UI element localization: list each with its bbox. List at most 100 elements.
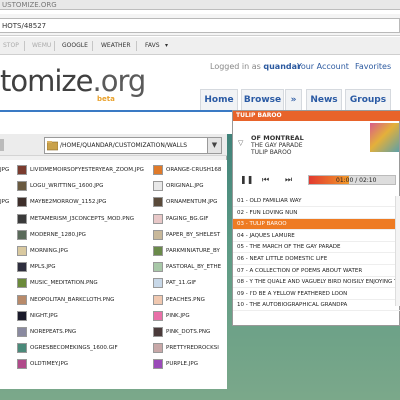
- file-item[interactable]: MAYBE2MORROW_1152.JPG: [17, 196, 157, 210]
- album-art: [370, 123, 399, 152]
- file-item[interactable]: LOGU_WRITTING_1600.JPG: [17, 180, 157, 194]
- file-name: ORIGINAL.JPG: [166, 183, 204, 190]
- file-item[interactable]: PAGING_BG.GIF: [153, 213, 227, 227]
- file-item[interactable]: NOREPEATS.PNG: [17, 326, 157, 340]
- player-title-bar: TULIP BAROO: [233, 111, 400, 121]
- file-item[interactable]: PASTORAL_BY_ETHE: [153, 261, 227, 275]
- playback-time: 01:00 / 02:10: [336, 177, 377, 184]
- track-item-active[interactable]: 03 - TULIP BAROO: [233, 219, 400, 231]
- username-link[interactable]: quandar: [263, 62, 301, 71]
- image-thumbnail-icon: [17, 359, 27, 370]
- file-name: LIVIDMEMOIRSOFYESTERYEAR_ZOOM.JPG: [30, 167, 144, 173]
- file-name: MORNING.JPG: [30, 248, 68, 254]
- track-item[interactable]: 10 - THE AUTOBIOGRAPHICAL GRANDPA: [233, 300, 400, 312]
- tab-home[interactable]: Home: [200, 89, 238, 111]
- file-item[interactable]: NEOPOLITAN_BARKCLOTH.PNG: [17, 294, 157, 308]
- file-item[interactable]: OLDTIMEY.JPG: [17, 358, 157, 372]
- file-item[interactable]: OGRESBECOMEKINGS_1600.GIF: [17, 342, 157, 356]
- file-name: PARKMINIATURE_BY: [166, 248, 220, 254]
- file-name: MPLS.JPG: [30, 264, 56, 271]
- file-name: MODERNE_1280.JPG: [30, 231, 86, 238]
- bookmark-divider: [24, 41, 25, 51]
- now-playing-track: TULIP BAROO: [251, 149, 292, 156]
- file-item[interactable]: PAT_11.GIF: [153, 277, 227, 291]
- file-item[interactable]: PRETTYREDROCKSI: [153, 342, 227, 356]
- image-thumbnail-icon: [17, 294, 27, 305]
- bookmark-divider: [54, 41, 55, 51]
- track-item[interactable]: 01 - OLD FAMILIAR WAY: [233, 196, 400, 207]
- track-item[interactable]: 04 - JAQUES LAMURE: [233, 231, 400, 242]
- track-item[interactable]: 05 - THE MARCH OF THE GAY PARADE: [233, 242, 400, 254]
- nav-tabs: Home Browse » News Groups: [0, 89, 400, 111]
- file-name: METAMERISM_J3CONCEPTS_MOD.PNG: [30, 215, 134, 222]
- track-item[interactable]: 09 - I'D BE A YELLOW FEATHERED LOON: [233, 289, 400, 300]
- file-name: NIGHT.JPG: [30, 312, 58, 319]
- image-thumbnail-icon: [17, 165, 27, 175]
- file-item[interactable]: PEACHES.PNG: [153, 294, 227, 308]
- bookmarks-bar: STOP WEMU GOOGLE WEATHER FAVS ▾: [0, 37, 400, 55]
- file-name: JPG: [0, 199, 10, 206]
- file-item[interactable]: MUSIC_MEDITATION.PNG: [17, 277, 157, 291]
- track-item[interactable]: 06 - NEAT LITTLE DOMESTIC LIFE: [233, 254, 400, 265]
- file-item[interactable]: ORIGINAL.JPG: [153, 180, 227, 194]
- track-list-scrollbar[interactable]: [395, 196, 400, 306]
- seek-bar[interactable]: 01:00 / 02:10: [308, 175, 396, 185]
- collapse-icon[interactable]: ▽: [238, 139, 243, 147]
- file-item[interactable]: METAMERISM_J3CONCEPTS_MOD.PNG: [17, 213, 157, 227]
- image-thumbnail-icon: [17, 229, 27, 240]
- file-manager-window: /HOME/QUANDAR/CUSTOMIZATION/WALLS ▼ LIVI…: [0, 134, 227, 389]
- file-item[interactable]: MODERNE_1280.JPG: [17, 229, 157, 243]
- next-track-icon[interactable]: ⏭: [285, 173, 292, 187]
- file-item[interactable]: PARKMINIATURE_BY: [153, 245, 227, 259]
- album-name: THE GAY PARADE: [251, 142, 303, 149]
- file-name: ORANGE-CRUSH168: [166, 167, 222, 173]
- login-status: Logged in as quandar: [210, 62, 301, 71]
- favorites-link[interactable]: Favorites: [355, 62, 391, 71]
- your-account-link[interactable]: Your Account: [297, 62, 349, 71]
- path-field[interactable]: /HOME/QUANDAR/CUSTOMIZATION/WALLS: [44, 137, 208, 154]
- file-item[interactable]: LIVIDMEMOIRSOFYESTERYEAR_ZOOM.JPG: [17, 164, 157, 178]
- pause-icon[interactable]: ❚❚: [240, 173, 253, 187]
- file-item[interactable]: ORNAMENTUM.JPG: [153, 196, 227, 210]
- file-item[interactable]: PINK_DOTS.PNG: [153, 326, 227, 340]
- image-thumbnail-icon: [153, 310, 163, 321]
- tab-news[interactable]: News: [306, 89, 342, 111]
- chevron-down-icon[interactable]: ▼: [208, 137, 222, 154]
- tab-more[interactable]: »: [285, 89, 302, 111]
- bookmark-divider: [136, 41, 137, 51]
- chevron-down-icon[interactable]: ▾: [165, 37, 168, 55]
- file-item[interactable]: PAPER_BY_SHELEST: [153, 229, 227, 243]
- bookmark-weather[interactable]: WEATHER: [101, 37, 131, 55]
- file-item[interactable]: NIGHT.JPG: [17, 310, 157, 324]
- bookmark-google[interactable]: GOOGLE: [62, 37, 88, 55]
- stop-button[interactable]: STOP: [3, 37, 19, 55]
- url-input[interactable]: [0, 18, 400, 33]
- image-thumbnail-icon: [153, 181, 163, 192]
- previous-track-icon[interactable]: ⏮: [262, 173, 269, 187]
- file-item[interactable]: PINK.JPG: [153, 310, 227, 324]
- file-name: PAGING_BG.GIF: [166, 215, 209, 222]
- tab-browse[interactable]: Browse: [241, 89, 284, 111]
- file-list: LIVIDMEMOIRSOFYESTERYEAR_ZOOM.JPG JPG LOGU…: [0, 160, 227, 389]
- menu-button[interactable]: WEMU: [32, 37, 51, 55]
- file-item[interactable]: MORNING.JPG: [17, 245, 157, 259]
- album-title: OF MONTREAL: [251, 134, 304, 142]
- toolbar-edge: [0, 139, 4, 151]
- file-item[interactable]: ORANGE-CRUSH168: [153, 164, 227, 178]
- file-name: JPG: [0, 167, 10, 173]
- track-item[interactable]: 08 - Y THE QUALE AND VAGUELY BIRD NOISIL…: [233, 277, 400, 289]
- file-item[interactable]: PURPLE.JPG: [153, 358, 227, 372]
- file-name: PASTORAL_BY_ETHE: [166, 264, 222, 271]
- file-name: PRETTYREDROCKSI: [166, 345, 219, 352]
- file-name: PINK_DOTS.PNG: [166, 329, 211, 335]
- bookmark-favs[interactable]: FAVS: [145, 37, 160, 55]
- image-thumbnail-icon: [153, 343, 163, 354]
- track-item[interactable]: 07 - A COLLECTION OF POEMS ABOUT WATER: [233, 266, 400, 277]
- image-thumbnail-icon: [153, 278, 163, 289]
- track-item[interactable]: 02 - FUN LOVING NUN: [233, 208, 400, 219]
- tab-groups[interactable]: Groups: [345, 89, 391, 111]
- file-name: PURPLE.JPG: [166, 361, 198, 368]
- window-title: USTOMIZE.ORG: [2, 1, 57, 9]
- file-item[interactable]: MPLS.JPG: [17, 261, 157, 275]
- music-player-window: TULIP BAROO ▽ OF MONTREAL THE GAY PARADE…: [232, 110, 400, 326]
